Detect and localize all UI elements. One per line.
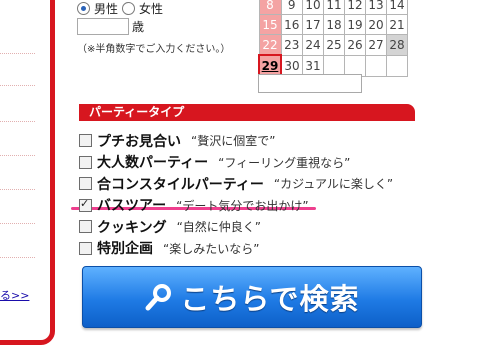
party-option-label: 合コンスタイルパーティー — [97, 176, 264, 193]
calendar-day[interactable]: 27 — [365, 34, 387, 56]
male-label: 男性 — [94, 2, 119, 16]
divider — [0, 53, 35, 54]
calendar-day[interactable]: 25 — [323, 34, 345, 56]
calendar-day[interactable]: 11 — [323, 0, 345, 15]
age-note: （※半角数字でご入力ください。） — [77, 44, 231, 55]
search-button-label: こちらで検索 — [180, 282, 360, 316]
calendar-day[interactable]: 30 — [280, 54, 303, 77]
age-unit: 歳 — [132, 20, 145, 34]
calendar: 8 9 10 11 12 13 14 15 16 17 18 19 20 21 … — [258, 0, 408, 77]
party-option[interactable]: 特別企画 “楽しみたいなら” — [79, 238, 393, 260]
party-type-header: パーティータイプ — [79, 104, 415, 121]
calendar-day-empty — [365, 54, 387, 77]
search-button[interactable]: こちらで検索 — [82, 266, 422, 328]
calendar-day[interactable]: 23 — [280, 34, 303, 56]
calendar-day[interactable]: 13 — [365, 0, 387, 15]
divider — [0, 223, 35, 224]
calendar-day-empty — [323, 54, 345, 77]
divider — [0, 121, 35, 122]
calendar-day[interactable]: 17 — [302, 14, 324, 35]
calendar-day[interactable]: 21 — [386, 14, 408, 35]
calendar-day-empty — [386, 54, 408, 77]
calendar-day[interactable]: 28 — [386, 34, 408, 56]
calendar-day[interactable]: 8 — [258, 0, 282, 15]
date-input[interactable] — [258, 74, 362, 93]
calendar-day[interactable]: 19 — [344, 14, 366, 35]
calendar-day[interactable]: 22 — [258, 34, 282, 56]
divider — [0, 85, 35, 86]
party-option-label: 特別企画 — [97, 241, 153, 258]
calendar-day[interactable]: 14 — [386, 0, 408, 15]
party-type-options: プチお見合い “贅沢に個室で” 大人数パーティー “フィーリング重視なら” 合コ… — [79, 130, 393, 259]
party-checkbox[interactable] — [79, 155, 92, 169]
party-option[interactable]: 合コンスタイルパーティー “カジュアルに楽しく” — [79, 173, 393, 195]
party-option-desc: “自然に仲良く” — [176, 220, 262, 235]
party-option-label: クッキング — [97, 219, 167, 236]
calendar-day-selected[interactable]: 29 — [258, 54, 282, 77]
party-checkbox[interactable] — [79, 241, 92, 255]
party-checkbox[interactable] — [79, 134, 92, 148]
calendar-day[interactable]: 10 — [302, 0, 324, 15]
party-option-desc: “贅沢に個室で” — [191, 134, 276, 149]
party-option-desc: “デート気分でお出かけ” — [176, 198, 309, 213]
party-option[interactable]: プチお見合い “贅沢に個室で” — [79, 130, 393, 152]
party-option-label: 大人数パーティー — [97, 155, 209, 172]
calendar-day[interactable]: 26 — [344, 34, 366, 56]
party-option[interactable]: バスツアー “デート気分でお出かけ” — [79, 195, 393, 217]
calendar-day[interactable]: 9 — [280, 0, 303, 15]
search-icon — [145, 284, 172, 311]
gender-group: 男性 女性 — [77, 0, 163, 17]
divider — [0, 155, 35, 156]
party-option[interactable]: 大人数パーティー “フィーリング重視なら” — [79, 152, 393, 174]
female-radio[interactable] — [122, 2, 136, 15]
calendar-day[interactable]: 12 — [344, 0, 366, 15]
female-label: 女性 — [139, 2, 164, 16]
calendar-day[interactable]: 16 — [280, 14, 303, 35]
calendar-day[interactable]: 15 — [258, 14, 282, 35]
party-option-label: プチお見合い — [97, 133, 181, 150]
party-option-desc: “カジュアルに楽しく” — [273, 177, 394, 192]
age-input[interactable] — [77, 18, 129, 35]
divider — [0, 189, 35, 190]
age-row: 歳 — [77, 18, 144, 35]
party-option-desc: “フィーリング重視なら” — [218, 155, 351, 170]
party-checkbox[interactable] — [79, 220, 92, 234]
more-link[interactable]: る>> — [0, 287, 29, 303]
divider — [0, 257, 35, 258]
calendar-day[interactable]: 31 — [302, 54, 324, 77]
party-option[interactable]: クッキング “自然に仲良く” — [79, 216, 393, 238]
party-option-desc: “楽しみたいなら” — [163, 241, 260, 256]
calendar-day-empty — [344, 54, 366, 77]
calendar-day[interactable]: 24 — [302, 34, 324, 56]
party-checkbox-checked[interactable] — [79, 197, 92, 212]
calendar-day[interactable]: 18 — [323, 14, 345, 35]
male-radio[interactable] — [77, 2, 90, 15]
party-option-label: バスツアー — [97, 198, 167, 215]
party-checkbox[interactable] — [79, 177, 92, 191]
calendar-day[interactable]: 20 — [365, 14, 387, 35]
